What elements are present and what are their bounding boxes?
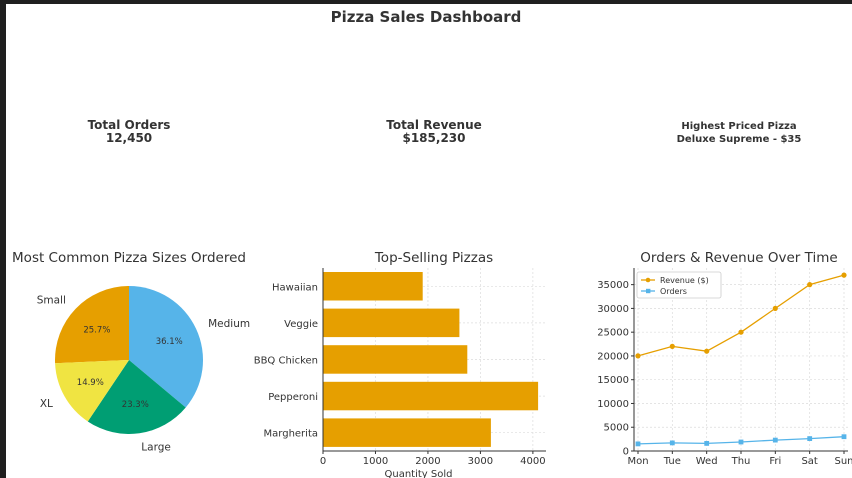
bar-hawaiian <box>323 272 423 301</box>
line-tick-label-y: 15000 <box>597 375 629 386</box>
line-point-orders <box>841 434 847 440</box>
line-tick-label-x: Mon <box>627 456 648 467</box>
kpi-value: 12,450 <box>105 131 153 145</box>
bar-tick-label-x: 2000 <box>415 456 440 467</box>
line-point-orders <box>807 436 813 441</box>
bar-category-label: Veggie <box>284 319 318 330</box>
pie-chart: 25.7% Small 36.1% Medium 23.3% Large 14.9% XL <box>37 286 250 453</box>
line-point-orders <box>635 441 641 447</box>
kpi-total-orders: Total Orders 12,450 <box>64 119 194 145</box>
bar-tick-label-x: 3000 <box>468 456 493 467</box>
bar-x-axis-label: Quantity Sold <box>385 469 453 478</box>
line-tick-label-y: 10000 <box>597 399 629 410</box>
line-legend-label: Orders <box>660 287 687 296</box>
line-point-revenue <box>772 305 778 311</box>
bar-chart-title: Top-Selling Pizzas <box>374 250 494 266</box>
line-tick-label-x: Sat <box>801 456 817 467</box>
line-tick-label-y: 20000 <box>597 351 629 362</box>
line-point-revenue <box>841 272 847 278</box>
line-point-orders <box>772 437 778 443</box>
kpi-label: Highest Priced Pizza <box>681 121 797 132</box>
line-chart: 05000100001500020000250003000035000Mon Tu… <box>597 268 852 467</box>
bar-category-label: BBQ Chicken <box>254 356 318 367</box>
pie-chart-title: Most Common Pizza Sizes Ordered <box>12 250 246 266</box>
kpi-value: $185,230 <box>402 131 466 145</box>
line-chart-title: Orders & Revenue Over Time <box>640 250 838 266</box>
bar-category-label: Margherita <box>264 429 318 440</box>
line-tick-label-y: 5000 <box>604 423 629 434</box>
pie-percent-label: 23.3% <box>122 400 149 410</box>
bar-margherita <box>323 418 491 447</box>
pie-percent-label: 36.1% <box>156 337 183 347</box>
kpi-total-revenue: Total Revenue $185,230 <box>364 119 504 145</box>
bar-pepperoni <box>323 381 539 411</box>
line-tick-label-x: Fri <box>769 456 781 467</box>
bar-category-label: Hawaiian <box>272 282 318 293</box>
pie-category-label: XL <box>40 398 53 410</box>
line-point-revenue <box>738 329 744 335</box>
line-tick-label-y: 30000 <box>597 304 629 315</box>
bar-tick-label-x: 4000 <box>520 456 545 467</box>
kpi-highest-priced-pizza: Highest Priced Pizza Deluxe Supreme - $3… <box>659 120 819 146</box>
line-point-orders <box>704 441 710 446</box>
pie-category-label: Small <box>37 295 66 307</box>
line-tick-label-y: 25000 <box>597 328 629 339</box>
line-tick-label-x: Tue <box>663 456 681 467</box>
bar-category-label: Pepperoni <box>268 392 318 403</box>
line-point-revenue <box>635 353 641 359</box>
line-tick-label-x: Thu <box>731 456 751 467</box>
pie-category-label: Large <box>141 441 171 453</box>
line-point-orders <box>669 440 675 446</box>
line-point-revenue <box>807 282 813 288</box>
kpi-value: Deluxe Supreme - $35 <box>676 134 802 145</box>
line-tick-label-x: Sun <box>834 456 852 467</box>
dashboard-title: Pizza Sales Dashboard <box>330 8 522 26</box>
line-tick-label-x: Wed <box>696 456 718 467</box>
bar-tick-label-x: 1000 <box>363 456 388 467</box>
bar-chart: Margherita Pepperoni BBQ Chicken Veggie Hawa… <box>254 268 546 478</box>
line-point-revenue <box>669 343 675 349</box>
bar-bbq-chicken <box>323 345 468 374</box>
pie-percent-label: 14.9% <box>77 378 104 388</box>
line-legend-label: Revenue ($) <box>660 276 709 285</box>
pie-percent-label: 25.7% <box>83 325 110 335</box>
line-point-orders <box>738 439 744 445</box>
pie-category-label: Medium <box>208 318 250 330</box>
line-legend-marker <box>646 288 651 294</box>
line-tick-label-y: 35000 <box>597 280 629 291</box>
window-frame-top <box>0 0 852 4</box>
line-legend-marker <box>645 277 651 283</box>
line-point-revenue <box>704 348 710 354</box>
bar-tick-label-x: 0 <box>320 456 326 467</box>
bar-veggie <box>323 308 460 338</box>
